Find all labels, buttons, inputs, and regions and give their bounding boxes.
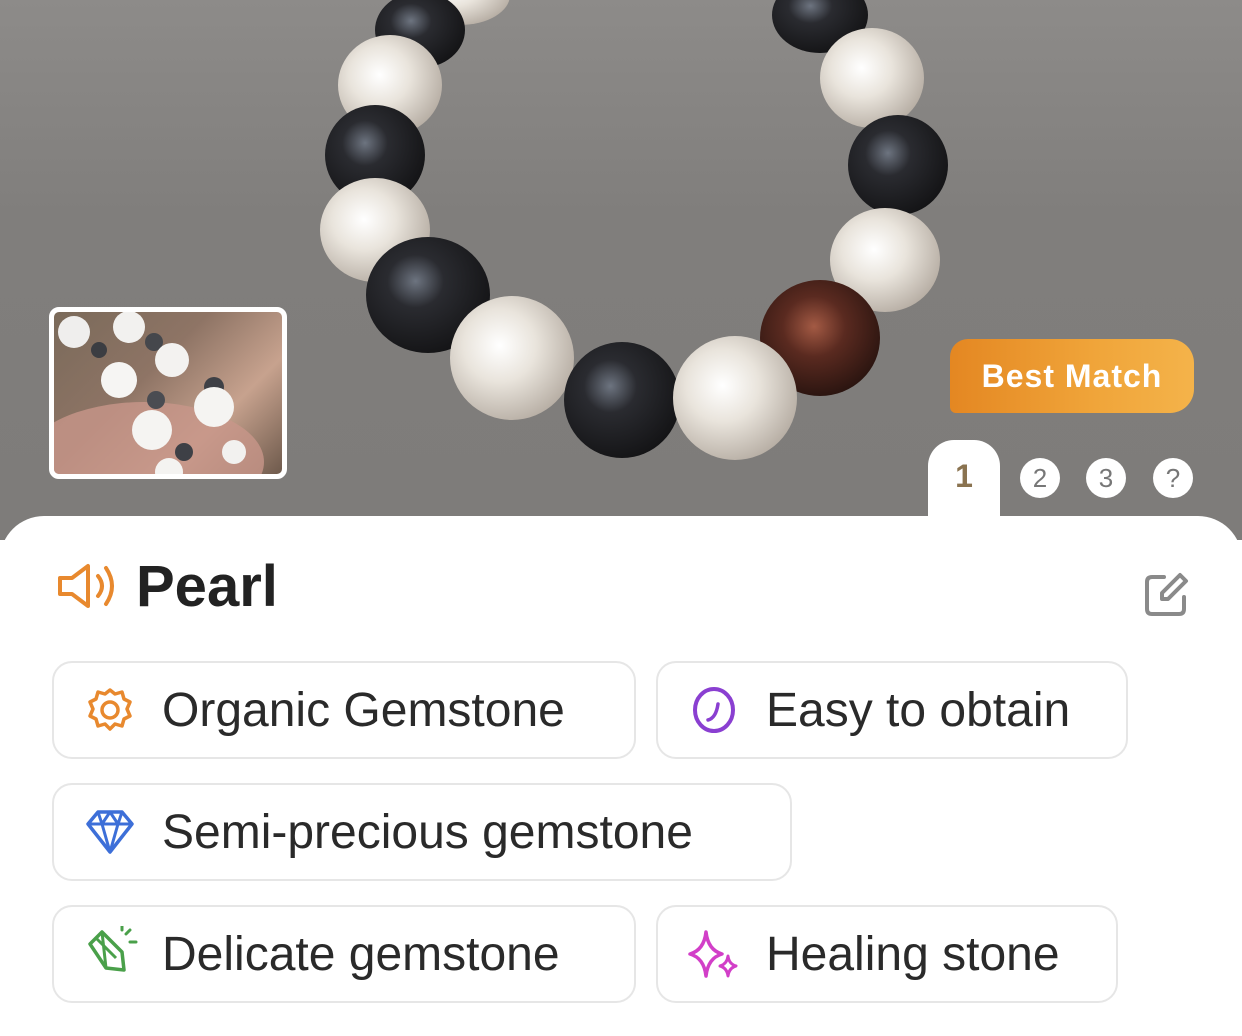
main-photo: Best Match [0,0,1242,540]
result-tab-2[interactable]: 2 [1020,458,1060,498]
result-tab-unknown[interactable]: ? [1153,458,1193,498]
tag-label: Delicate gemstone [162,927,560,981]
tag-easy-to-obtain[interactable]: Easy to obtain [656,661,1128,759]
edit-icon[interactable] [1142,571,1190,619]
thumbnail-photo[interactable] [49,307,287,479]
tag-label: Healing stone [766,927,1060,981]
tag-healing-stone[interactable]: Healing stone [656,905,1118,1003]
diamond-icon [86,810,134,854]
tag-label: Semi-precious gemstone [162,805,693,859]
tag-label: Easy to obtain [766,683,1071,737]
gem-name: Pearl [136,553,278,619]
tag-semi-precious-gemstone[interactable]: Semi-precious gemstone [52,783,792,881]
sparkle-icon [688,930,738,978]
best-match-badge: Best Match [950,339,1194,413]
title-row: Pearl [54,551,278,621]
tag-delicate-gemstone[interactable]: Delicate gemstone [52,905,636,1003]
result-tab-label: 1 [955,458,973,494]
tag-label: Organic Gemstone [162,683,565,737]
crystal-icon [88,926,138,972]
tag-organic-gemstone[interactable]: Organic Gemstone [52,661,636,759]
egg-icon [693,687,735,733]
thumbnail-image [54,312,264,474]
speaker-icon[interactable] [54,558,122,614]
shell-icon [88,688,132,731]
result-tab-3[interactable]: 3 [1086,458,1126,498]
